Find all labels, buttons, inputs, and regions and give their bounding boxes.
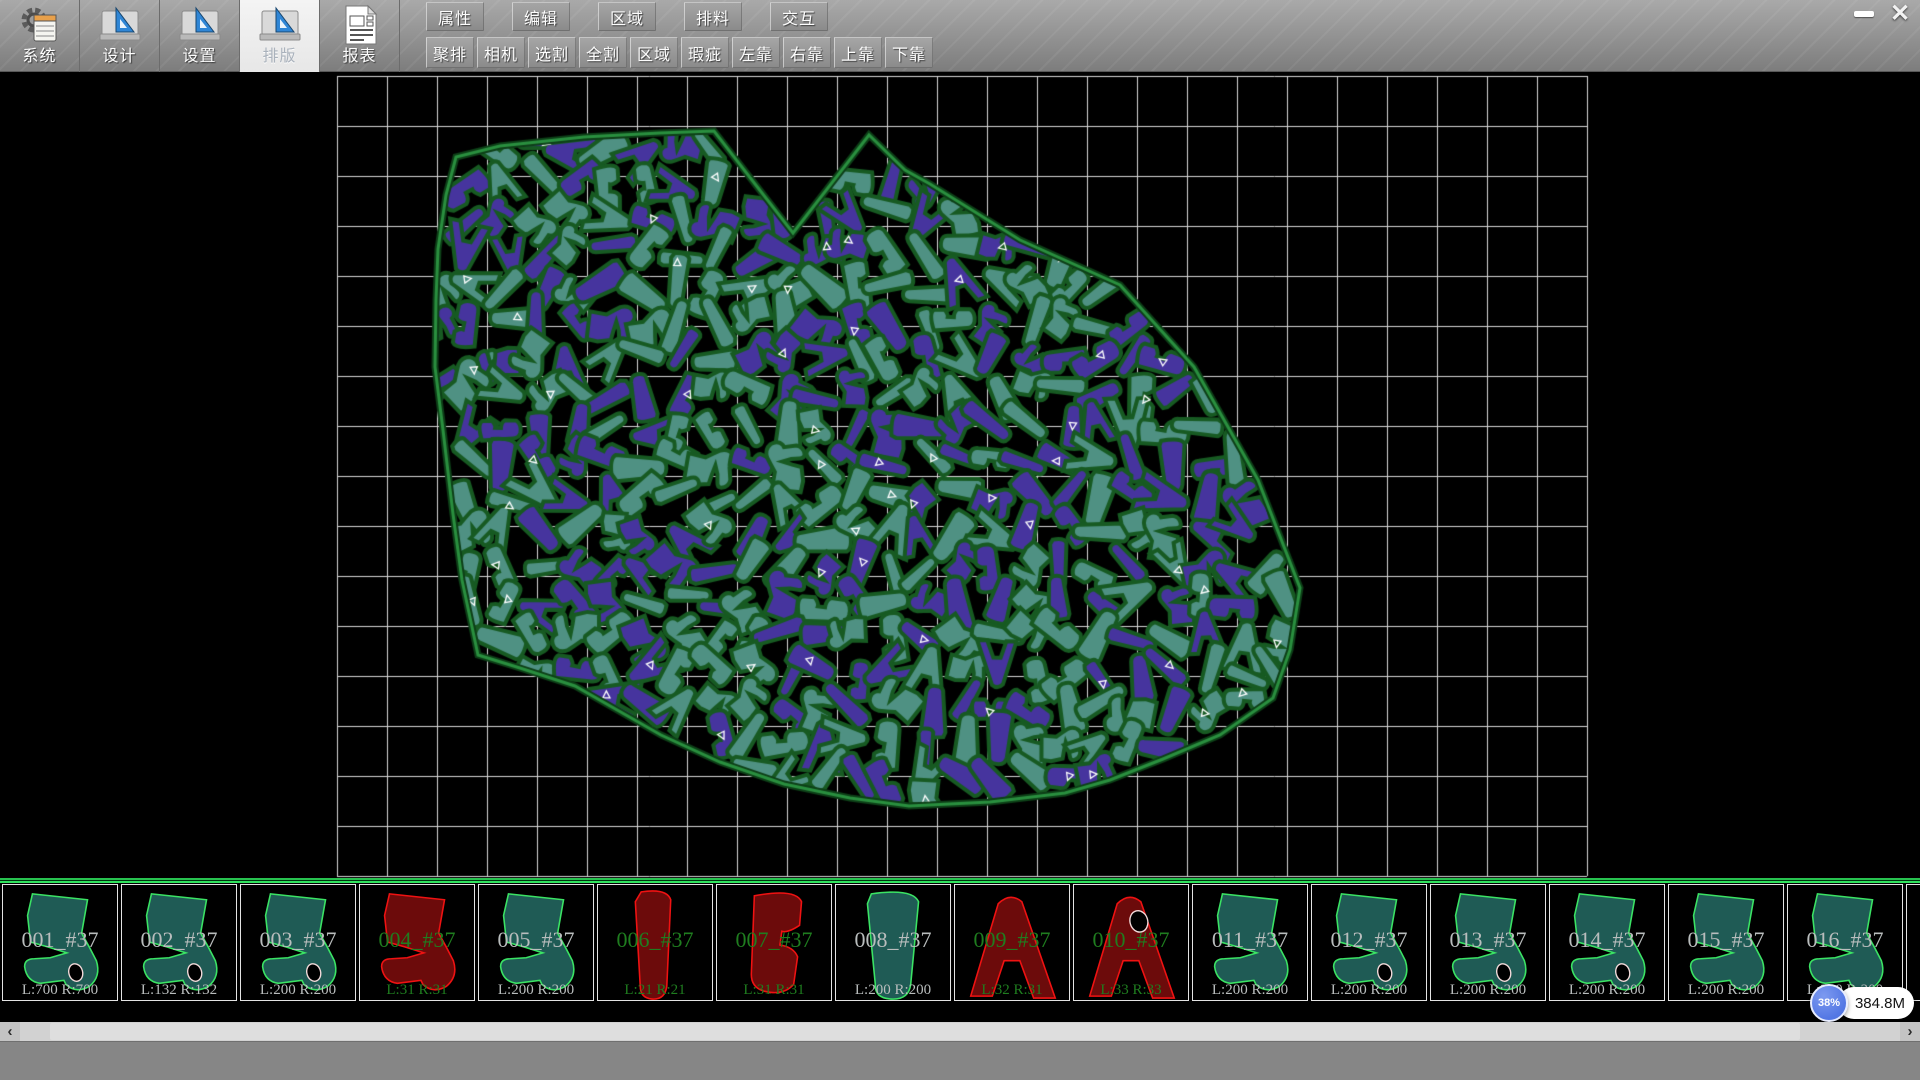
part-label: 007_#37 [717, 926, 831, 952]
part-thumbnail-013_#37[interactable]: 013_#37 L:200 R:200 [1430, 884, 1546, 1001]
part-label: 014_#37 [1550, 926, 1664, 952]
minimize-button[interactable] [1848, 2, 1880, 25]
part-thumbnail-006_#37[interactable]: 006_#37 L:21 R:21 [597, 884, 713, 1001]
settings-ruler-icon [178, 3, 222, 47]
menu-button-2-7[interactable]: 左靠 [732, 37, 780, 68]
minimize-icon [1854, 11, 1874, 17]
nav-tab-3[interactable]: 设置 [160, 0, 240, 72]
part-lr-count: L:132 R:132 [122, 982, 236, 999]
menu-button-1-4[interactable]: 排料 [684, 2, 742, 31]
memory-pill: 384.8M [1838, 987, 1914, 1019]
menu-button-2-2[interactable]: 相机 [477, 37, 525, 68]
part-lr-count: L:200 R:200 [836, 982, 950, 999]
nesting-ruler-icon [258, 3, 302, 47]
scrollbar-track[interactable] [20, 1022, 1900, 1041]
part-label: 004_#37 [360, 926, 474, 952]
part-lr-count: L:200 R:200 [1669, 982, 1783, 999]
scroll-right-icon[interactable]: › [1900, 1022, 1920, 1041]
menu-button-1-1[interactable]: 属性 [426, 2, 484, 31]
menu-button-1-3[interactable]: 区域 [598, 2, 656, 31]
part-thumbnail-009_#37[interactable]: 009_#37 L:32 R:31 [954, 884, 1070, 1001]
nav-tab-label: 设置 [182, 47, 216, 67]
system-gear-icon [18, 3, 62, 47]
part-thumbnail-001_#37[interactable]: 001_#37 L:700 R:700 [2, 884, 118, 1001]
menu-row-secondary: 聚排相机选割全割区域瑕疵左靠右靠上靠下靠 [426, 37, 933, 68]
close-button[interactable]: ✕ [1884, 2, 1916, 25]
part-label: 013_#37 [1431, 926, 1545, 952]
menu-button-2-5[interactable]: 区域 [630, 37, 678, 68]
nav-tab-label: 设计 [102, 47, 136, 67]
menu-button-2-10[interactable]: 下靠 [885, 37, 933, 68]
progress-circle: 38% [1810, 984, 1848, 1022]
parts-strip: 001_#37L:700 R:700002_#37L:132 R:132003_… [0, 884, 1920, 1004]
nav-tab-5[interactable]: 报表 [320, 0, 400, 72]
part-thumbnail-003_#37[interactable]: 003_#37 L:200 R:200 [240, 884, 356, 1001]
part-thumbnail-010_#37[interactable]: 010_#37 L:33 R:33 [1073, 884, 1189, 1001]
part-thumbnail-015_#37[interactable]: 015_#37 L:200 R:200 [1668, 884, 1784, 1001]
main-nav-tabs: 系统 设计 设置 排版 报表 [0, 0, 400, 72]
nav-tab-label: 系统 [22, 47, 56, 67]
part-thumbnail-007_#37[interactable]: 007_#37 L:31 R:31 [716, 884, 832, 1001]
part-lr-count: L:21 R:21 [598, 982, 712, 999]
part-label: 005_#37 [479, 926, 593, 952]
scroll-left-icon[interactable]: ‹ [0, 1022, 20, 1041]
toolbar: 系统设计设置排版报表 属性编辑区域排料交互 聚排相机选割全割区域瑕疵左靠右靠上靠… [0, 0, 1920, 72]
part-thumbnail-005_#37[interactable]: 005_#37 L:200 R:200 [478, 884, 594, 1001]
part-label: 012_#37 [1312, 926, 1426, 952]
horizontal-scrollbar[interactable]: ‹ › [0, 1022, 1920, 1041]
part-label: 009_#37 [955, 926, 1069, 952]
app-window: 系统设计设置排版报表 属性编辑区域排料交互 聚排相机选割全割区域瑕疵左靠右靠上靠… [0, 0, 1920, 1080]
menu-button-2-4[interactable]: 全割 [579, 37, 627, 68]
status-bar [0, 1041, 1920, 1080]
scrollbar-thumb[interactable] [50, 1023, 1800, 1040]
menu-button-2-8[interactable]: 右靠 [783, 37, 831, 68]
menu-button-1-2[interactable]: 编辑 [512, 2, 570, 31]
part-thumbnail-002_#37[interactable]: 002_#37 L:132 R:132 [121, 884, 237, 1001]
nav-tab-label: 排版 [262, 47, 296, 67]
part-label: 008_#37 [836, 926, 950, 952]
part-lr-count: L:200 R:200 [1193, 982, 1307, 999]
part-lr-count: L:200 R:200 [1312, 982, 1426, 999]
part-label: 006_#37 [598, 926, 712, 952]
status-badge: 384.8M 38% [1810, 984, 1916, 1022]
part-label: 016_#37 [1788, 926, 1902, 952]
part-lr-count: L:700 R:700 [3, 982, 117, 999]
part-thumbnail-008_#37[interactable]: 008_#37 L:200 R:200 [835, 884, 951, 1001]
nesting-canvas[interactable] [0, 72, 1920, 878]
part-label: 011_#37 [1193, 926, 1307, 952]
part-lr-count: L:200 R:200 [1431, 982, 1545, 999]
part-label: 015_#37 [1669, 926, 1783, 952]
part-lr-count: L:33 R:33 [1074, 982, 1188, 999]
workspace [0, 72, 1920, 878]
nav-tab-4[interactable]: 排版 [240, 0, 320, 72]
part-lr-count: L:32 R:31 [955, 982, 1069, 999]
report-document-icon [338, 3, 382, 47]
part-label: 003_#37 [241, 926, 355, 952]
part-label: 002_#37 [122, 926, 236, 952]
menu-button-2-9[interactable]: 上靠 [834, 37, 882, 68]
part-thumbnail-014_#37[interactable]: 014_#37 L:200 R:200 [1549, 884, 1665, 1001]
part-lr-count: L:31 R:31 [360, 982, 474, 999]
nav-tab-1[interactable]: 系统 [0, 0, 80, 72]
part-thumbnail-004_#37[interactable]: 004_#37 L:31 R:31 [359, 884, 475, 1001]
menu-button-2-6[interactable]: 瑕疵 [681, 37, 729, 68]
window-controls: ✕ [1848, 2, 1916, 25]
part-lr-count: L:200 R:200 [241, 982, 355, 999]
part-label: 010_#37 [1074, 926, 1188, 952]
part-thumbnail-012_#37[interactable]: 012_#37 L:200 R:200 [1311, 884, 1427, 1001]
menu-row-primary: 属性编辑区域排料交互 [426, 2, 828, 31]
nav-tab-2[interactable]: 设计 [80, 0, 160, 72]
menu-button-2-3[interactable]: 选割 [528, 37, 576, 68]
part-label: 001_#37 [3, 926, 117, 952]
design-ruler-icon [98, 3, 142, 47]
part-lr-count: L:31 R:31 [717, 982, 831, 999]
part-lr-count: L:200 R:200 [479, 982, 593, 999]
part-thumbnail-011_#37[interactable]: 011_#37 L:200 R:200 [1192, 884, 1308, 1001]
part-lr-count: L:200 R:200 [1550, 982, 1664, 999]
menu-button-2-1[interactable]: 聚排 [426, 37, 474, 68]
menu-button-1-5[interactable]: 交互 [770, 2, 828, 31]
nav-tab-label: 报表 [342, 47, 376, 67]
